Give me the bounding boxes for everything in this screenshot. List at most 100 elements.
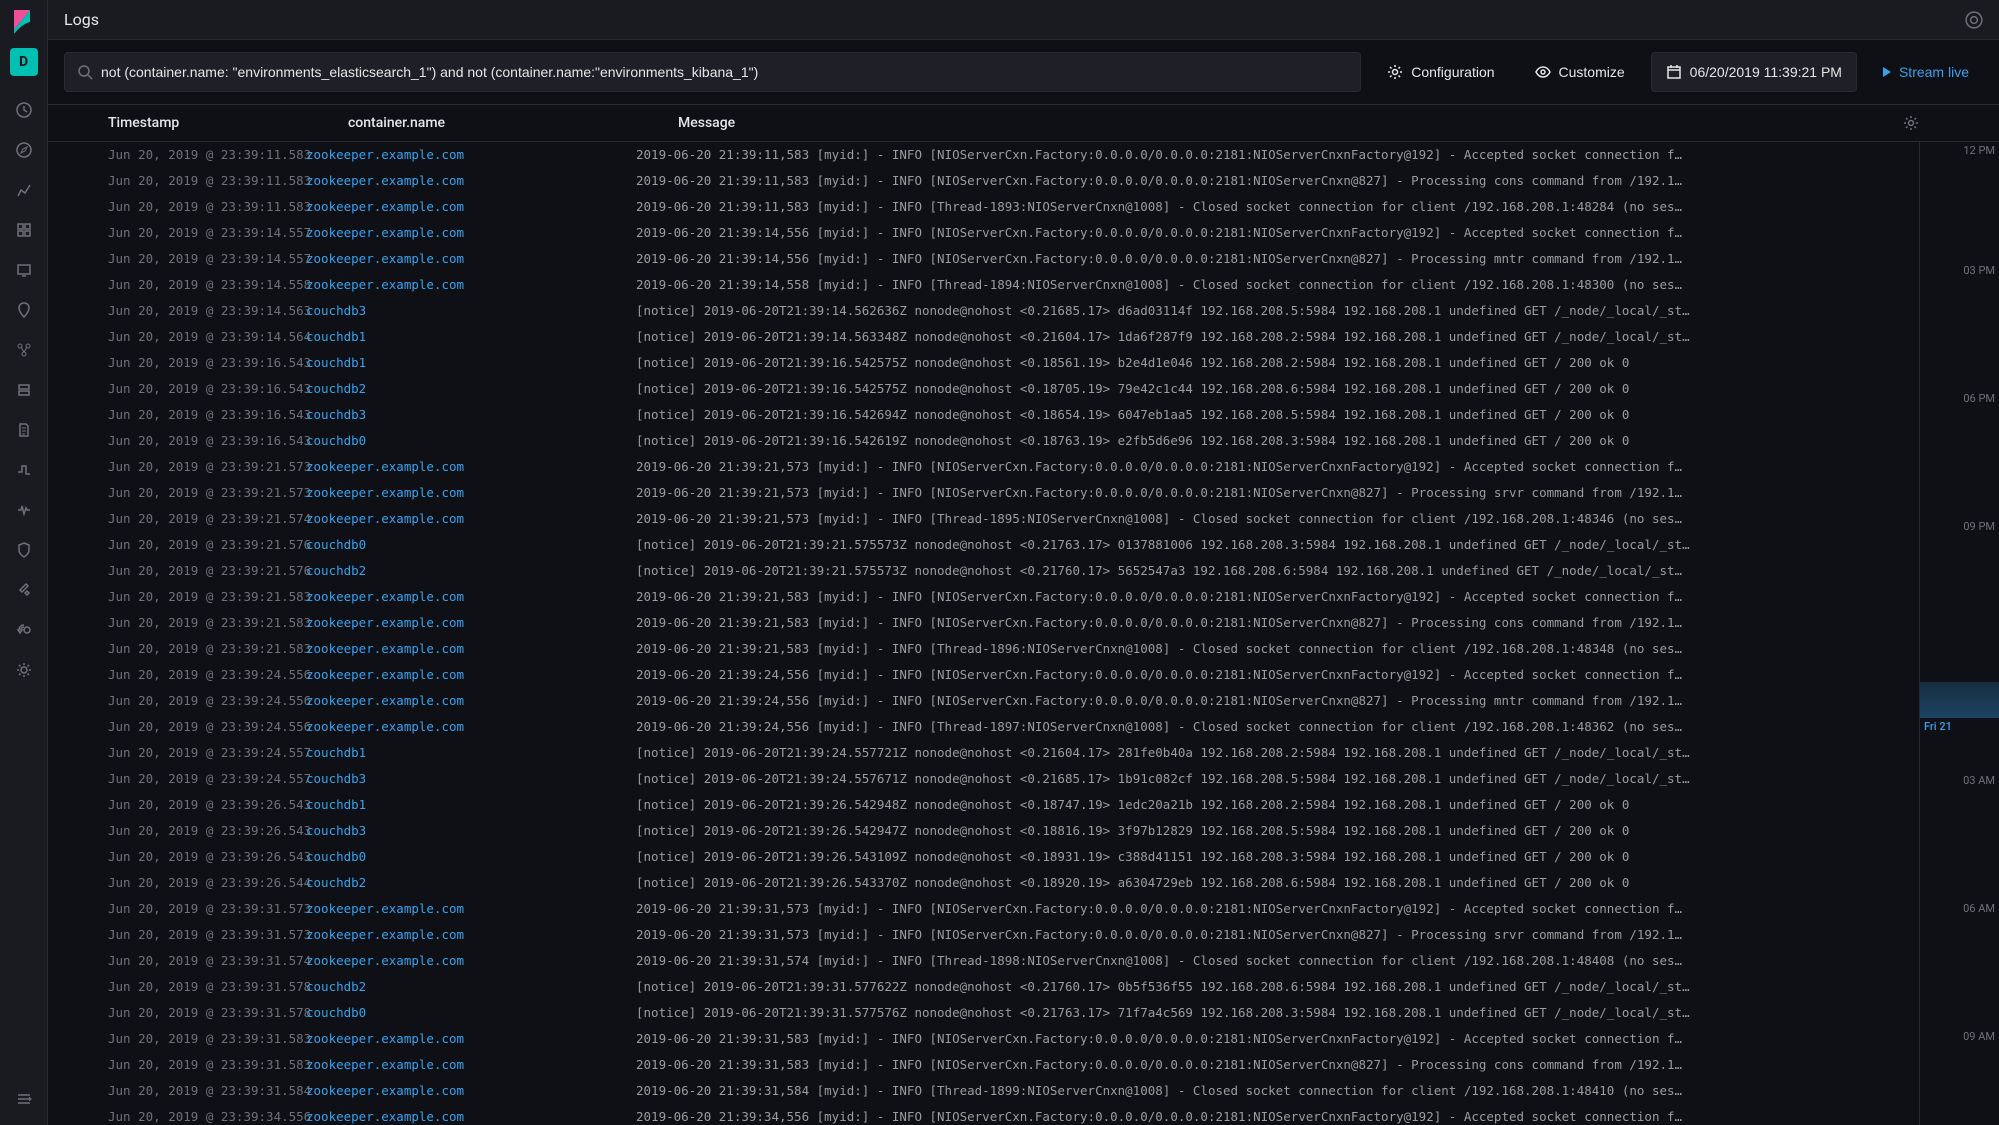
infrastructure-icon[interactable] xyxy=(10,376,38,404)
log-row[interactable]: Jun 20, 2019 @ 23:39:21.576couchdb2[noti… xyxy=(48,558,1919,584)
log-timestamp: Jun 20, 2019 @ 23:39:21.576 xyxy=(66,561,306,581)
log-row[interactable]: Jun 20, 2019 @ 23:39:16.543couchdb3[noti… xyxy=(48,402,1919,428)
space-selector[interactable]: D xyxy=(10,48,38,76)
log-row[interactable]: Jun 20, 2019 @ 23:39:16.543couchdb2[noti… xyxy=(48,376,1919,402)
log-timestamp: Jun 20, 2019 @ 23:39:11.583 xyxy=(66,171,306,191)
log-row[interactable]: Jun 20, 2019 @ 23:39:24.557couchdb1[noti… xyxy=(48,740,1919,766)
search-input[interactable] xyxy=(101,64,1348,80)
log-timestamp: Jun 20, 2019 @ 23:39:26.543 xyxy=(66,847,306,867)
log-container: couchdb1 xyxy=(306,353,636,373)
log-row[interactable]: Jun 20, 2019 @ 23:39:31.578couchdb2[noti… xyxy=(48,974,1919,1000)
log-message: [notice] 2019-06-20T21:39:21.575573Z non… xyxy=(636,561,1899,581)
date-picker-button[interactable]: 06/20/2019 11:39:21 PM xyxy=(1651,52,1857,92)
log-message: [notice] 2019-06-20T21:39:21.575573Z non… xyxy=(636,535,1899,555)
log-row[interactable]: Jun 20, 2019 @ 23:39:14.558zookeeper.exa… xyxy=(48,272,1919,298)
columns-gear-icon[interactable] xyxy=(1903,115,1919,131)
news-icon[interactable] xyxy=(1965,11,1983,29)
siem-icon[interactable] xyxy=(10,536,38,564)
visualize-icon[interactable] xyxy=(10,176,38,204)
minimap[interactable]: Fri 21 12 PM03 PM06 PM09 PM03 AM06 AM09 … xyxy=(1919,142,1999,1125)
uptime-icon[interactable] xyxy=(10,496,38,524)
log-timestamp: Jun 20, 2019 @ 23:39:34.556 xyxy=(66,1107,306,1125)
log-row[interactable]: Jun 20, 2019 @ 23:39:31.578couchdb0[noti… xyxy=(48,1000,1919,1026)
log-message: [notice] 2019-06-20T21:39:24.557721Z non… xyxy=(636,743,1899,763)
log-container: zookeeper.example.com xyxy=(306,1029,636,1049)
log-container: couchdb2 xyxy=(306,379,636,399)
minimap-tick: 06 AM xyxy=(1963,902,1995,915)
log-row[interactable]: Jun 20, 2019 @ 23:39:21.583zookeeper.exa… xyxy=(48,584,1919,610)
log-row[interactable]: Jun 20, 2019 @ 23:39:21.583zookeeper.exa… xyxy=(48,636,1919,662)
log-row[interactable]: Jun 20, 2019 @ 23:39:31.583zookeeper.exa… xyxy=(48,1026,1919,1052)
log-container: zookeeper.example.com xyxy=(306,587,636,607)
log-container: zookeeper.example.com xyxy=(306,925,636,945)
log-row[interactable]: Jun 20, 2019 @ 23:39:14.563couchdb3[noti… xyxy=(48,298,1919,324)
log-row[interactable]: Jun 20, 2019 @ 23:39:21.573zookeeper.exa… xyxy=(48,454,1919,480)
log-row[interactable]: Jun 20, 2019 @ 23:39:24.556zookeeper.exa… xyxy=(48,662,1919,688)
log-row[interactable]: Jun 20, 2019 @ 23:39:11.583zookeeper.exa… xyxy=(48,142,1919,168)
log-message: [notice] 2019-06-20T21:39:26.542948Z non… xyxy=(636,795,1899,815)
search-input-wrap[interactable] xyxy=(64,52,1361,92)
canvas-icon[interactable] xyxy=(10,256,38,284)
log-container: couchdb2 xyxy=(306,561,636,581)
dev-tools-icon[interactable] xyxy=(10,576,38,604)
log-row[interactable]: Jun 20, 2019 @ 23:39:26.544couchdb2[noti… xyxy=(48,870,1919,896)
monitoring-icon[interactable] xyxy=(10,616,38,644)
log-row[interactable]: Jun 20, 2019 @ 23:39:31.573zookeeper.exa… xyxy=(48,896,1919,922)
ml-icon[interactable] xyxy=(10,336,38,364)
log-table[interactable]: Jun 20, 2019 @ 23:39:11.583 zookeeper.exa… xyxy=(48,142,1919,1125)
apm-icon[interactable] xyxy=(10,456,38,484)
log-timestamp: Jun 20, 2019 @ 23:39:21.573 xyxy=(66,483,306,503)
management-icon[interactable] xyxy=(10,656,38,684)
log-row[interactable]: Jun 20, 2019 @ 23:39:11.583zookeeper.exa… xyxy=(48,194,1919,220)
date-label: 06/20/2019 11:39:21 PM xyxy=(1690,64,1842,80)
log-timestamp: Jun 20, 2019 @ 23:39:21.583 xyxy=(66,587,306,607)
stream-live-button[interactable]: Stream live xyxy=(1869,52,1983,92)
collapse-sidebar-icon[interactable] xyxy=(10,1085,38,1113)
log-row[interactable]: Jun 20, 2019 @ 23:39:21.573zookeeper.exa… xyxy=(48,480,1919,506)
log-row[interactable]: Jun 20, 2019 @ 23:39:24.557couchdb3[noti… xyxy=(48,766,1919,792)
log-row[interactable]: Jun 20, 2019 @ 23:39:14.564couchdb1[noti… xyxy=(48,324,1919,350)
log-row[interactable]: Jun 20, 2019 @ 23:39:31.584zookeeper.exa… xyxy=(48,1078,1919,1104)
minimap-tick: 09 PM xyxy=(1963,520,1995,533)
discover-icon[interactable] xyxy=(10,136,38,164)
kibana-logo-icon[interactable] xyxy=(10,8,38,36)
log-row[interactable]: Jun 20, 2019 @ 23:39:31.574zookeeper.exa… xyxy=(48,948,1919,974)
configuration-button[interactable]: Configuration xyxy=(1373,52,1508,92)
maps-icon[interactable] xyxy=(10,296,38,324)
log-timestamp: Jun 20, 2019 @ 23:39:14.557 xyxy=(66,249,306,269)
log-row[interactable]: Jun 20, 2019 @ 23:39:34.556zookeeper.exa… xyxy=(48,1104,1919,1125)
log-row[interactable]: Jun 20, 2019 @ 23:39:31.573zookeeper.exa… xyxy=(48,922,1919,948)
log-message: [notice] 2019-06-20T21:39:14.562636Z non… xyxy=(636,301,1899,321)
log-row[interactable]: Jun 20, 2019 @ 23:39:26.543couchdb3[noti… xyxy=(48,818,1919,844)
log-message: [notice] 2019-06-20T21:39:26.543370Z non… xyxy=(636,873,1899,893)
col-timestamp: Timestamp xyxy=(108,115,348,131)
log-container: couchdb3 xyxy=(306,405,636,425)
log-message: [notice] 2019-06-20T21:39:16.542575Z non… xyxy=(636,353,1899,373)
log-timestamp: Jun 20, 2019 @ 23:39:31.574 xyxy=(66,951,306,971)
log-row[interactable]: Jun 20, 2019 @ 23:39:16.543couchdb0[noti… xyxy=(48,428,1919,454)
logs-icon[interactable] xyxy=(10,416,38,444)
log-row[interactable]: Jun 20, 2019 @ 23:39:21.574zookeeper.exa… xyxy=(48,506,1919,532)
sidebar: D xyxy=(0,0,48,1125)
log-row[interactable]: Jun 20, 2019 @ 23:39:26.543couchdb0[noti… xyxy=(48,844,1919,870)
log-row[interactable]: Jun 20, 2019 @ 23:39:24.556zookeeper.exa… xyxy=(48,714,1919,740)
log-row[interactable]: Jun 20, 2019 @ 23:39:14.557zookeeper.exa… xyxy=(48,220,1919,246)
log-row[interactable]: Jun 20, 2019 @ 23:39:31.583zookeeper.exa… xyxy=(48,1052,1919,1078)
customize-button[interactable]: Customize xyxy=(1521,52,1639,92)
log-row[interactable]: Jun 20, 2019 @ 23:39:16.543couchdb1[noti… xyxy=(48,350,1919,376)
log-message: 2019-06-20 21:39:21,583 [myid:] - INFO [… xyxy=(636,587,1899,607)
log-container: zookeeper.example.com xyxy=(306,691,636,711)
log-row[interactable]: Jun 20, 2019 @ 23:39:21.576couchdb0[noti… xyxy=(48,532,1919,558)
log-container: zookeeper.example.com xyxy=(306,249,636,269)
log-row[interactable]: Jun 20, 2019 @ 23:39:26.543couchdb1[noti… xyxy=(48,792,1919,818)
minimap-tick: 09 AM xyxy=(1963,1030,1995,1043)
log-row[interactable]: Jun 20, 2019 @ 23:39:14.557zookeeper.exa… xyxy=(48,246,1919,272)
log-row[interactable]: Jun 20, 2019 @ 23:39:24.556zookeeper.exa… xyxy=(48,688,1919,714)
log-row[interactable]: Jun 20, 2019 @ 23:39:21.583zookeeper.exa… xyxy=(48,610,1919,636)
log-timestamp: Jun 20, 2019 @ 23:39:31.583 xyxy=(66,1055,306,1075)
log-timestamp: Jun 20, 2019 @ 23:39:24.557 xyxy=(66,743,306,763)
log-row[interactable]: Jun 20, 2019 @ 23:39:11.583zookeeper.exa… xyxy=(48,168,1919,194)
dashboard-icon[interactable] xyxy=(10,216,38,244)
recent-icon[interactable] xyxy=(10,96,38,124)
log-container: zookeeper.example.com xyxy=(306,457,636,477)
